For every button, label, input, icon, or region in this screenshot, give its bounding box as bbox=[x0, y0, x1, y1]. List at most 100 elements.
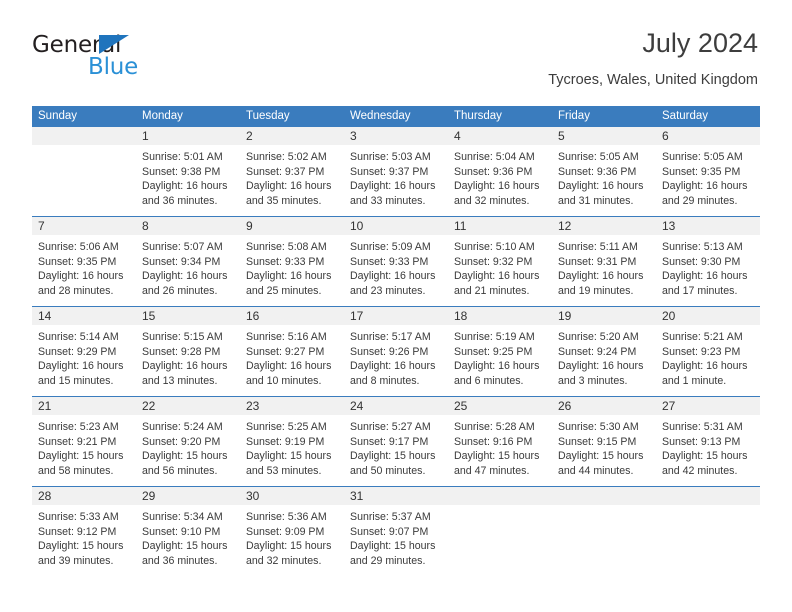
day-detail-line: Sunset: 9:20 PM bbox=[142, 435, 221, 448]
day-detail-line: Sunset: 9:37 PM bbox=[350, 165, 429, 178]
day-detail-line: Sunset: 9:26 PM bbox=[350, 345, 429, 358]
day-detail-line: and 53 minutes. bbox=[246, 464, 322, 477]
day-details: Sunrise: 5:07 AM Sunset: 9:34 PM Daylight:… bbox=[136, 235, 240, 298]
day-detail-line: Sunset: 9:23 PM bbox=[662, 345, 741, 358]
day-number: 21 bbox=[32, 397, 136, 415]
day-number: 7 bbox=[32, 217, 136, 235]
day-details: Sunrise: 5:05 AM Sunset: 9:35 PM Daylight:… bbox=[656, 145, 760, 208]
day-cell-12[interactable]: 12 Sunrise: 5:11 AM Sunset: 9:31 PM Dayligh… bbox=[552, 217, 656, 306]
day-details bbox=[552, 505, 656, 510]
day-cell-27[interactable]: 27 Sunrise: 5:31 AM Sunset: 9:13 PM Dayligh… bbox=[656, 397, 760, 486]
day-detail-line: Sunset: 9:32 PM bbox=[454, 255, 533, 268]
day-detail-line: Daylight: 16 hours bbox=[38, 360, 124, 373]
day-cell-22[interactable]: 22 Sunrise: 5:24 AM Sunset: 9:20 PM Dayligh… bbox=[136, 397, 240, 486]
day-detail-line: Sunrise: 5:36 AM bbox=[246, 511, 327, 523]
day-number: 25 bbox=[448, 397, 552, 415]
day-cell-26[interactable]: 26 Sunrise: 5:30 AM Sunset: 9:15 PM Dayligh… bbox=[552, 397, 656, 486]
day-cell-15[interactable]: 15 Sunrise: 5:15 AM Sunset: 9:28 PM Dayligh… bbox=[136, 307, 240, 396]
day-detail-line: Sunrise: 5:21 AM bbox=[662, 331, 743, 343]
day-details bbox=[448, 505, 552, 510]
day-cell-10[interactable]: 10 Sunrise: 5:09 AM Sunset: 9:33 PM Dayligh… bbox=[344, 217, 448, 306]
day-cell-3[interactable]: 3 Sunrise: 5:03 AM Sunset: 9:37 PM Daylight… bbox=[344, 127, 448, 216]
day-cell-6[interactable]: 6 Sunrise: 5:05 AM Sunset: 9:35 PM Daylight… bbox=[656, 127, 760, 216]
day-detail-line: Sunrise: 5:23 AM bbox=[38, 421, 119, 433]
day-detail-line: Sunset: 9:31 PM bbox=[558, 255, 637, 268]
day-detail-line: Sunrise: 5:19 AM bbox=[454, 331, 535, 343]
day-detail-line: Daylight: 15 hours bbox=[38, 540, 124, 553]
day-number: 18 bbox=[448, 307, 552, 325]
day-detail-line: and 8 minutes. bbox=[350, 374, 420, 387]
day-details: Sunrise: 5:04 AM Sunset: 9:36 PM Daylight:… bbox=[448, 145, 552, 208]
day-details: Sunrise: 5:15 AM Sunset: 9:28 PM Daylight:… bbox=[136, 325, 240, 388]
day-detail-line: Sunset: 9:21 PM bbox=[38, 435, 117, 448]
day-cell-8[interactable]: 8 Sunrise: 5:07 AM Sunset: 9:34 PM Daylight… bbox=[136, 217, 240, 306]
day-detail-line: and 23 minutes. bbox=[350, 284, 426, 297]
day-detail-line: Sunrise: 5:33 AM bbox=[38, 511, 119, 523]
day-detail-line: Sunset: 9:15 PM bbox=[558, 435, 637, 448]
day-detail-line: and 19 minutes. bbox=[558, 284, 634, 297]
weekday-header-row: Sunday Monday Tuesday Wednesday Thursday Frid… bbox=[32, 106, 760, 127]
day-cell-11[interactable]: 11 Sunrise: 5:10 AM Sunset: 9:32 PM Dayligh… bbox=[448, 217, 552, 306]
day-detail-line: Sunrise: 5:34 AM bbox=[142, 511, 223, 523]
day-detail-line: Sunrise: 5:04 AM bbox=[454, 151, 535, 163]
day-number bbox=[448, 487, 552, 505]
day-number: 11 bbox=[448, 217, 552, 235]
day-cell-1[interactable]: 1 Sunrise: 5:01 AM Sunset: 9:38 PM Daylight… bbox=[136, 127, 240, 216]
day-number: 10 bbox=[344, 217, 448, 235]
day-cell-25[interactable]: 25 Sunrise: 5:28 AM Sunset: 9:16 PM Dayligh… bbox=[448, 397, 552, 486]
day-cell-2[interactable]: 2 Sunrise: 5:02 AM Sunset: 9:37 PM Daylight… bbox=[240, 127, 344, 216]
day-cell-19[interactable]: 19 Sunrise: 5:20 AM Sunset: 9:24 PM Dayligh… bbox=[552, 307, 656, 396]
day-detail-line: and 36 minutes. bbox=[142, 194, 218, 207]
day-number: 5 bbox=[552, 127, 656, 145]
day-cell-17[interactable]: 17 Sunrise: 5:17 AM Sunset: 9:26 PM Dayligh… bbox=[344, 307, 448, 396]
day-detail-line: and 6 minutes. bbox=[454, 374, 524, 387]
day-detail-line: Daylight: 15 hours bbox=[38, 450, 124, 463]
day-cell-31[interactable]: 31 Sunrise: 5:37 AM Sunset: 9:07 PM Dayligh… bbox=[344, 487, 448, 576]
day-detail-line: Sunset: 9:38 PM bbox=[142, 165, 221, 178]
day-detail-line: and 25 minutes. bbox=[246, 284, 322, 297]
day-cell-23[interactable]: 23 Sunrise: 5:25 AM Sunset: 9:19 PM Dayligh… bbox=[240, 397, 344, 486]
day-cell-4[interactable]: 4 Sunrise: 5:04 AM Sunset: 9:36 PM Daylight… bbox=[448, 127, 552, 216]
day-detail-line: Daylight: 16 hours bbox=[558, 270, 644, 283]
day-number: 6 bbox=[656, 127, 760, 145]
day-cell-14[interactable]: 14 Sunrise: 5:14 AM Sunset: 9:29 PM Dayligh… bbox=[32, 307, 136, 396]
day-detail-line: and 39 minutes. bbox=[38, 554, 114, 567]
day-details: Sunrise: 5:03 AM Sunset: 9:37 PM Daylight:… bbox=[344, 145, 448, 208]
day-cell-13[interactable]: 13 Sunrise: 5:13 AM Sunset: 9:30 PM Dayligh… bbox=[656, 217, 760, 306]
day-detail-line: and 32 minutes. bbox=[454, 194, 530, 207]
weekday-header-saturday: Saturday bbox=[662, 110, 709, 122]
day-detail-line: Daylight: 16 hours bbox=[558, 360, 644, 373]
day-detail-line: Sunset: 9:19 PM bbox=[246, 435, 325, 448]
day-detail-line: and 13 minutes. bbox=[142, 374, 218, 387]
day-cell-7[interactable]: 7 Sunrise: 5:06 AM Sunset: 9:35 PM Daylight… bbox=[32, 217, 136, 306]
day-detail-line: and 35 minutes. bbox=[246, 194, 322, 207]
day-cell-28[interactable]: 28 Sunrise: 5:33 AM Sunset: 9:12 PM Dayligh… bbox=[32, 487, 136, 576]
day-detail-line: Daylight: 16 hours bbox=[350, 270, 436, 283]
day-cell-5[interactable]: 5 Sunrise: 5:05 AM Sunset: 9:36 PM Daylight… bbox=[552, 127, 656, 216]
day-detail-line: Sunset: 9:37 PM bbox=[246, 165, 325, 178]
weekday-header-tuesday: Tuesday bbox=[246, 110, 290, 122]
day-cell-20[interactable]: 20 Sunrise: 5:21 AM Sunset: 9:23 PM Dayligh… bbox=[656, 307, 760, 396]
day-cell-21[interactable]: 21 Sunrise: 5:23 AM Sunset: 9:21 PM Dayligh… bbox=[32, 397, 136, 486]
day-cell-29[interactable]: 29 Sunrise: 5:34 AM Sunset: 9:10 PM Dayligh… bbox=[136, 487, 240, 576]
day-cell-empty bbox=[552, 487, 656, 576]
weekday-header-wednesday: Wednesday bbox=[350, 110, 411, 122]
day-cell-9[interactable]: 9 Sunrise: 5:08 AM Sunset: 9:33 PM Daylight… bbox=[240, 217, 344, 306]
day-detail-line: Daylight: 16 hours bbox=[662, 360, 748, 373]
day-detail-line: Daylight: 15 hours bbox=[662, 450, 748, 463]
day-details bbox=[32, 145, 136, 150]
day-number: 29 bbox=[136, 487, 240, 505]
day-cell-18[interactable]: 18 Sunrise: 5:19 AM Sunset: 9:25 PM Dayligh… bbox=[448, 307, 552, 396]
day-cell-24[interactable]: 24 Sunrise: 5:27 AM Sunset: 9:17 PM Dayligh… bbox=[344, 397, 448, 486]
day-detail-line: and 15 minutes. bbox=[38, 374, 114, 387]
day-detail-line: Sunset: 9:28 PM bbox=[142, 345, 221, 358]
day-number: 23 bbox=[240, 397, 344, 415]
day-detail-line: Daylight: 15 hours bbox=[142, 540, 228, 553]
day-cell-16[interactable]: 16 Sunrise: 5:16 AM Sunset: 9:27 PM Dayligh… bbox=[240, 307, 344, 396]
day-number bbox=[32, 127, 136, 145]
page-subtitle-location: Tycroes, Wales, United Kingdom bbox=[548, 72, 758, 88]
day-number: 27 bbox=[656, 397, 760, 415]
day-number: 8 bbox=[136, 217, 240, 235]
day-detail-line: Sunrise: 5:20 AM bbox=[558, 331, 639, 343]
day-cell-30[interactable]: 30 Sunrise: 5:36 AM Sunset: 9:09 PM Dayligh… bbox=[240, 487, 344, 576]
